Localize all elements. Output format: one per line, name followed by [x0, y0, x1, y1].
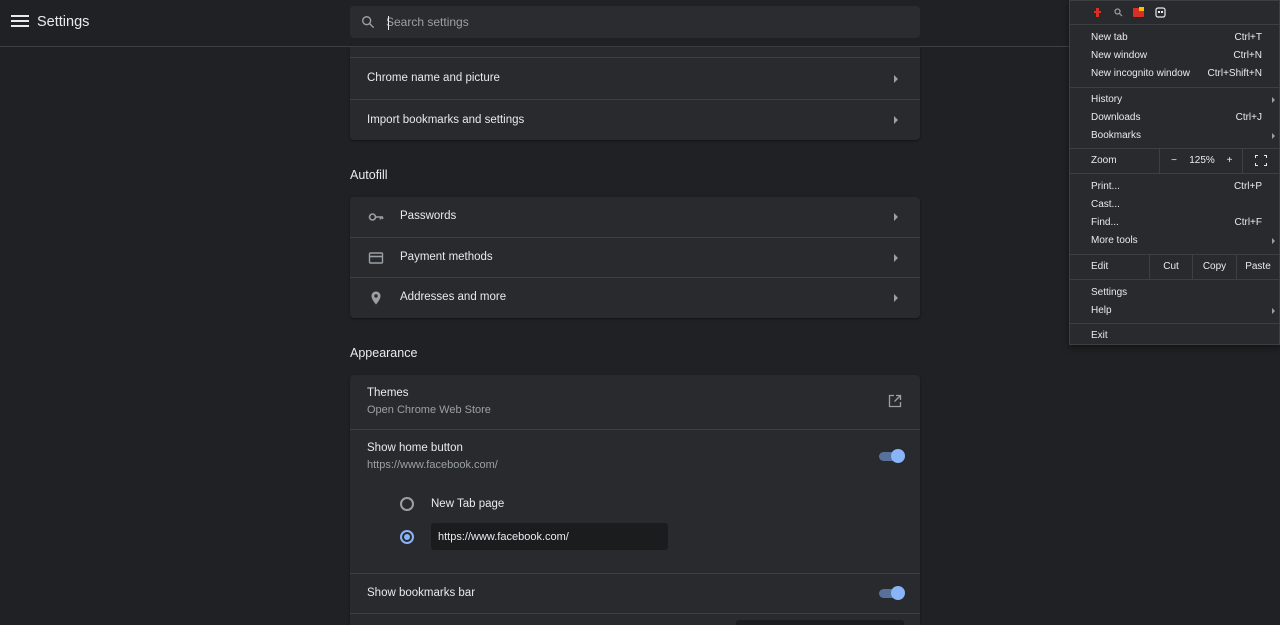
submenu-arrow-icon — [1272, 308, 1275, 314]
menu-separator — [1070, 87, 1279, 88]
menu-item-find[interactable]: Find... Ctrl+F — [1091, 217, 1277, 235]
open-in-new-icon[interactable] — [888, 394, 902, 408]
people-card: Chrome name and picture Import bookmarks… — [350, 47, 920, 140]
addresses-row[interactable]: Addresses and more — [350, 277, 920, 317]
edit-label: Edit — [1091, 261, 1109, 272]
zoom-in-button[interactable]: + — [1217, 149, 1242, 173]
extensions-bar — [1070, 1, 1279, 25]
menu-separator — [1070, 279, 1279, 280]
font-size-select[interactable] — [736, 620, 904, 625]
fullscreen-icon — [1255, 155, 1267, 166]
menu-item-cast[interactable]: Cast... — [1091, 199, 1277, 217]
zoom-label: Zoom — [1091, 155, 1117, 166]
appearance-card: Themes Open Chrome Web Store Show home b… — [350, 375, 920, 625]
clipped-row — [350, 613, 920, 625]
menu-item-new-window[interactable]: New window Ctrl+N — [1091, 50, 1277, 68]
clipped-row — [350, 47, 920, 58]
menu-item-history[interactable]: History — [1091, 94, 1277, 112]
search-box[interactable] — [350, 6, 920, 38]
home-button-row: Show home button https://www.facebook.co… — [350, 429, 920, 573]
menu-item-downloads[interactable]: Downloads Ctrl+J — [1091, 112, 1277, 130]
home-url-input[interactable]: https://www.facebook.com/ — [431, 523, 668, 550]
new-tab-page-label: New Tab page — [431, 498, 505, 510]
fullscreen-button[interactable] — [1242, 149, 1279, 173]
menu-item-settings[interactable]: Settings — [1091, 287, 1277, 305]
chrome-main-menu: New tab Ctrl+T New window Ctrl+N New incog… — [1069, 0, 1280, 345]
menu-item-more-tools[interactable]: More tools — [1091, 235, 1277, 253]
menu-item-new-incognito-window[interactable]: New incognito window Ctrl+Shift+N — [1091, 68, 1277, 86]
bookmarks-bar-toggle[interactable] — [878, 586, 905, 600]
extension-robot-icon[interactable] — [1155, 7, 1166, 18]
home-button-toggle[interactable] — [878, 449, 905, 463]
chrome-name-picture-row[interactable]: Chrome name and picture — [350, 58, 920, 99]
submenu-arrow-icon — [1272, 133, 1275, 139]
import-bookmarks-row[interactable]: Import bookmarks and settings — [350, 99, 920, 140]
row-label: Show bookmarks bar — [367, 587, 476, 599]
cut-button[interactable]: Cut — [1149, 255, 1192, 279]
row-label: Addresses and more — [400, 291, 507, 303]
menu-separator — [1070, 173, 1279, 174]
bookmarks-bar-row[interactable]: Show bookmarks bar — [350, 573, 920, 613]
submenu-arrow-icon — [1272, 238, 1275, 244]
row-sublabel: Open Chrome Web Store — [367, 404, 491, 416]
row-label: Payment methods — [400, 251, 493, 263]
passwords-row[interactable]: Passwords — [350, 197, 920, 237]
zoom-out-button[interactable]: − — [1159, 149, 1188, 173]
payment-methods-row[interactable]: Payment methods — [350, 237, 920, 277]
row-label: Passwords — [400, 210, 457, 222]
extension-red-figure-icon[interactable] — [1092, 7, 1103, 18]
location-pin-icon — [371, 291, 381, 305]
chevron-right-icon — [894, 293, 898, 302]
edit-row: Edit Cut Copy Paste — [1070, 255, 1279, 279]
credit-card-icon — [368, 252, 384, 264]
text-caret — [388, 16, 389, 30]
row-sublabel: https://www.facebook.com/ — [367, 459, 498, 471]
menu-item-bookmarks[interactable]: Bookmarks — [1091, 130, 1277, 148]
search-input[interactable] — [386, 6, 906, 38]
extension-red-badge-icon[interactable] — [1133, 7, 1144, 18]
paste-button[interactable]: Paste — [1236, 255, 1279, 279]
key-icon — [368, 213, 384, 221]
chevron-right-icon — [894, 253, 898, 262]
zoom-row: Zoom − 125% + — [1070, 149, 1279, 173]
row-label: Show home button — [367, 442, 463, 454]
copy-button[interactable]: Copy — [1192, 255, 1236, 279]
row-label: Import bookmarks and settings — [367, 114, 525, 126]
menu-item-help[interactable]: Help — [1091, 305, 1277, 323]
menu-item-print[interactable]: Print... Ctrl+P — [1091, 181, 1277, 199]
submenu-arrow-icon — [1272, 97, 1275, 103]
page-title: Settings — [37, 14, 90, 30]
row-label: Chrome name and picture — [367, 72, 500, 84]
search-icon — [362, 16, 375, 29]
chevron-right-icon — [894, 116, 898, 124]
autofill-section-title: Autofill — [350, 168, 388, 182]
hamburger-menu-icon[interactable] — [10, 13, 30, 33]
appearance-section-title: Appearance — [350, 346, 418, 360]
menu-separator — [1070, 323, 1279, 324]
extension-search-icon[interactable] — [1113, 7, 1124, 18]
row-label: Themes — [367, 387, 409, 399]
radio-new-tab-page[interactable] — [400, 497, 414, 511]
menu-item-exit[interactable]: Exit — [1091, 330, 1277, 348]
chevron-right-icon — [894, 213, 898, 221]
radio-custom-url[interactable] — [400, 530, 414, 544]
themes-row[interactable]: Themes Open Chrome Web Store — [350, 375, 920, 429]
menu-item-new-tab[interactable]: New tab Ctrl+T — [1091, 32, 1277, 50]
zoom-level: 125% — [1189, 155, 1215, 166]
autofill-card: Passwords Payment methods Addresses and … — [350, 197, 920, 318]
chevron-right-icon — [894, 74, 898, 83]
